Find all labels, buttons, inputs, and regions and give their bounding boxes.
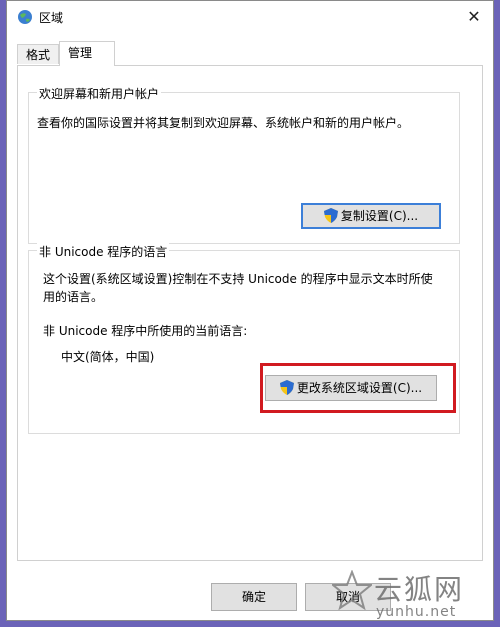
unicode-description-line1: 这个设置(系统区域设置)控制在不支持 Unicode 的程序中显示文本时所使 [43, 272, 433, 286]
tab-format[interactable]: 格式 [17, 44, 59, 64]
current-language-label: 非 Unicode 程序中所使用的当前语言: [43, 324, 248, 338]
star-logo-icon [332, 570, 372, 610]
window-title: 区域 [39, 11, 64, 25]
copy-settings-button[interactable]: 复制设置(C)... [301, 203, 441, 229]
welcome-group: 欢迎屏幕和新用户帐户 查看你的国际设置并将其复制到欢迎屏幕、系统帐户和新的用户帐… [28, 85, 460, 244]
watermark-url: yunhu.net [376, 604, 457, 620]
watermark-text: 云狐网 [374, 573, 465, 606]
current-language-value: 中文(简体，中国) [61, 350, 155, 364]
unicode-group-title: 非 Unicode 程序的语言 [37, 243, 170, 260]
copy-settings-label: 复制设置(C)... [340, 209, 419, 223]
globe-icon [18, 10, 32, 24]
tab-panel-administrative: 欢迎屏幕和新用户帐户 查看你的国际设置并将其复制到欢迎屏幕、系统帐户和新的用户帐… [17, 65, 483, 561]
close-icon[interactable]: ✕ [461, 5, 487, 29]
ok-button[interactable]: 确定 [211, 583, 297, 611]
unicode-description-line2: 用的语言。 [43, 290, 104, 304]
uac-shield-icon [323, 208, 338, 223]
highlight-annotation [260, 363, 456, 413]
title-bar: 区域 ✕ [7, 1, 493, 33]
welcome-description: 查看你的国际设置并将其复制到欢迎屏幕、系统帐户和新的用户帐户。 [37, 116, 410, 130]
tab-administrative[interactable]: 管理 [59, 41, 115, 66]
welcome-group-title: 欢迎屏幕和新用户帐户 [37, 85, 162, 102]
watermark-logo: 云狐网 yunhu.net [330, 566, 498, 626]
region-dialog: 区域 ✕ 格式 管理 欢迎屏幕和新用户帐户 查看你的国际设置并将其复制到欢迎屏幕… [6, 0, 494, 621]
